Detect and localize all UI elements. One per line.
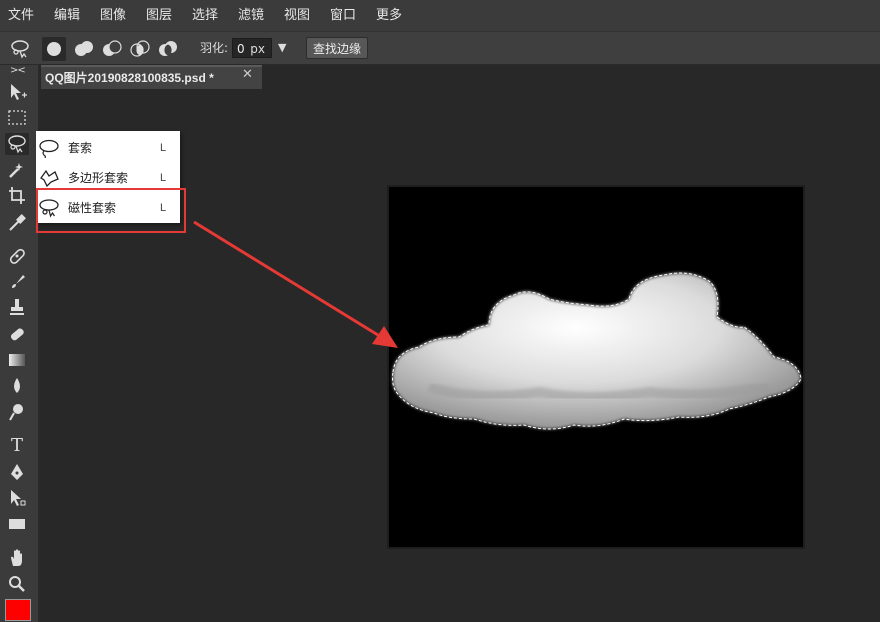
- blur-tool-icon[interactable]: [5, 375, 29, 397]
- menu-file[interactable]: 文件: [4, 0, 38, 31]
- clone-stamp-tool-icon[interactable]: [5, 297, 29, 319]
- marquee-tool-icon[interactable]: [5, 107, 29, 129]
- quick-selection-tool-icon[interactable]: [5, 159, 29, 181]
- feather-input[interactable]: 0 px: [232, 38, 272, 58]
- feather-unit: px: [250, 42, 265, 56]
- zoom-tool-icon[interactable]: [5, 573, 29, 595]
- options-bar: 羽化: 0 px ▼ 查找边缘: [0, 31, 880, 65]
- eyedropper-tool-icon[interactable]: [5, 211, 29, 233]
- menu-bar: 文件 编辑 图像 图层 选择 滤镜 视图 窗口 更多: [0, 0, 880, 31]
- type-tool-icon[interactable]: T: [5, 435, 29, 457]
- collapse-toggle[interactable]: ><: [10, 65, 26, 76]
- feather-value: 0: [237, 42, 245, 56]
- xor-selection-icon[interactable]: [156, 37, 180, 61]
- foreground-color-swatch[interactable]: [5, 599, 31, 621]
- magnetic-lasso-icon[interactable]: [8, 37, 32, 61]
- flyout-item-lasso[interactable]: 套索 L: [36, 133, 180, 163]
- crop-tool-icon[interactable]: [5, 185, 29, 207]
- document-tab-title: QQ图片20190828100835.psd *: [45, 71, 214, 85]
- brush-tool-icon[interactable]: [5, 271, 29, 293]
- add-to-selection-icon[interactable]: [72, 37, 96, 61]
- menu-window[interactable]: 窗口: [326, 0, 360, 31]
- flyout-label-lasso: 套索: [68, 141, 93, 155]
- menu-edit[interactable]: 编辑: [50, 0, 84, 31]
- feather-dropdown-icon[interactable]: ▼: [278, 32, 286, 64]
- cloud-image: [392, 272, 802, 430]
- lasso-tool-icon[interactable]: [5, 133, 29, 155]
- eraser-tool-icon[interactable]: [5, 323, 29, 345]
- subtract-selection-icon[interactable]: [100, 37, 124, 61]
- document-tabs: QQ图片20190828100835.psd * ✕: [39, 65, 880, 90]
- find-edges-button[interactable]: 查找边缘: [306, 37, 368, 59]
- menu-more[interactable]: 更多: [372, 0, 406, 31]
- menu-view[interactable]: 视图: [280, 0, 314, 31]
- document-canvas[interactable]: [389, 187, 803, 547]
- menu-image[interactable]: 图像: [96, 0, 130, 31]
- rectangle-tool-icon[interactable]: [5, 513, 29, 535]
- move-tool-icon[interactable]: [5, 81, 29, 103]
- tool-panel: >< T: [0, 65, 39, 622]
- menu-select[interactable]: 选择: [188, 0, 222, 31]
- new-selection-icon[interactable]: [42, 37, 66, 61]
- menu-layer[interactable]: 图层: [142, 0, 176, 31]
- hand-tool-icon[interactable]: [5, 547, 29, 569]
- close-icon[interactable]: ✕: [242, 67, 253, 82]
- lasso-icon: [38, 138, 60, 159]
- dodge-tool-icon[interactable]: [5, 401, 29, 423]
- feather-label: 羽化:: [200, 41, 229, 55]
- menu-filter[interactable]: 滤镜: [234, 0, 268, 31]
- document-tab[interactable]: QQ图片20190828100835.psd * ✕: [41, 65, 262, 89]
- annotation-highlight-box: [36, 188, 186, 233]
- gradient-tool-icon[interactable]: [5, 349, 29, 371]
- intersect-selection-icon[interactable]: [128, 37, 152, 61]
- pen-tool-icon[interactable]: [5, 461, 29, 483]
- flyout-shortcut-lasso: L: [160, 142, 167, 154]
- polygonal-lasso-icon: [38, 168, 60, 188]
- path-selection-tool-icon[interactable]: [5, 487, 29, 509]
- healing-brush-tool-icon[interactable]: [5, 245, 29, 267]
